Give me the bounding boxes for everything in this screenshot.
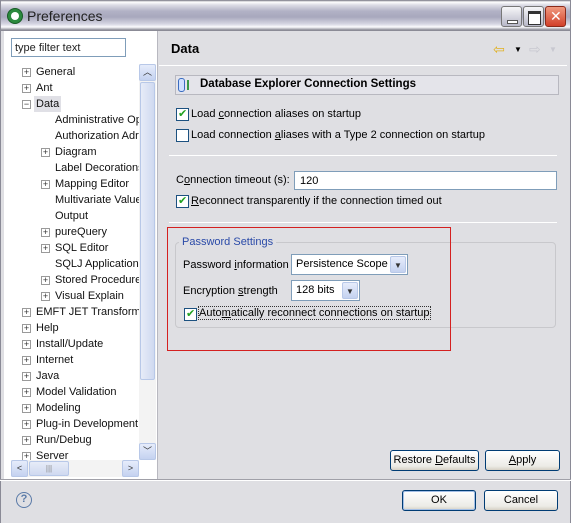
tree-item-label: General [36, 66, 76, 78]
tree-item-label: Multivariate Value [55, 194, 139, 206]
tree-item-label: Server [36, 450, 69, 460]
footer-separator [0, 479, 571, 481]
separator [169, 155, 557, 156]
tree-item-label: Java [36, 370, 60, 382]
ok-button[interactable]: OK [402, 490, 476, 511]
load-aliases-checkbox[interactable] [176, 107, 189, 121]
separator [169, 222, 557, 223]
window-title: Preferences [27, 8, 103, 24]
preference-page: Data ⇦ ▼ ⇨ ▼ Database Explorer Connectio… [159, 31, 567, 479]
eclipse-app-icon [7, 8, 23, 24]
load-type2-label[interactable]: Load connection aliases with a Type 2 co… [191, 129, 485, 141]
restore-defaults-button[interactable]: Restore Defaults [390, 450, 479, 471]
tree-item-label: SQLJ Applications [55, 258, 139, 270]
tree-vertical-scrollbar[interactable]: ︿ ﹀ [139, 64, 156, 460]
scroll-thumb[interactable] [140, 82, 155, 380]
tree-item-label: Visual Explain [55, 290, 124, 302]
apply-button[interactable]: Apply [485, 450, 560, 471]
tree-item-label: Ant [36, 82, 53, 94]
tree-item-label: Administrative Op [55, 114, 139, 126]
cancel-button[interactable]: Cancel [484, 490, 558, 511]
expand-icon[interactable]: + [22, 404, 31, 413]
back-arrow-icon[interactable]: ⇦ [493, 41, 505, 58]
reconnect-checkbox[interactable] [176, 194, 189, 208]
tree-horizontal-scrollbar[interactable]: < ||| > [11, 460, 139, 477]
connection-timeout-input[interactable] [294, 171, 557, 190]
collapse-icon[interactable]: − [22, 100, 31, 109]
title-bar: Preferences [0, 0, 571, 31]
expand-icon[interactable]: + [22, 308, 31, 317]
filter-input[interactable] [11, 38, 126, 57]
expand-icon[interactable]: + [22, 340, 31, 349]
forward-arrow-icon[interactable]: ⇨ [529, 41, 541, 58]
tree-item-label: Model Validation [36, 386, 117, 398]
expand-icon[interactable]: + [41, 180, 50, 189]
reconnect-label[interactable]: Reconnect transparently if the connectio… [191, 195, 442, 207]
expand-icon[interactable]: + [22, 436, 31, 445]
expand-icon[interactable]: + [22, 420, 31, 429]
minimize-button[interactable] [501, 6, 522, 27]
database-icon [178, 78, 185, 92]
scroll-right-button[interactable]: > [122, 460, 139, 477]
tree-item-label: Plug-in Development [36, 418, 139, 430]
connection-plug-icon [187, 80, 192, 90]
highlight-annotation-box [167, 227, 451, 351]
section-title: Database Explorer Connection Settings [200, 78, 416, 90]
help-icon[interactable]: ? [16, 492, 32, 508]
load-aliases-label[interactable]: Load connection aliases on startup [191, 108, 361, 120]
tree-item-label: EMFT JET Transforma [36, 306, 139, 318]
tree-item-label: Output [55, 210, 89, 222]
load-type2-checkbox[interactable] [176, 129, 189, 142]
title-separator [159, 65, 567, 66]
preferences-sidebar: + General + Ant−Data Administrative Op Author… [4, 31, 158, 479]
window-frame-right [567, 31, 571, 523]
forward-menu-chevron-icon[interactable]: ▼ [549, 45, 557, 54]
expand-icon[interactable]: + [22, 68, 31, 77]
expand-icon[interactable]: + [22, 84, 31, 93]
tree-item-label: Label Decorations [55, 162, 139, 174]
expand-icon[interactable]: + [41, 292, 50, 301]
tree-item-label: Authorization Adr [55, 130, 139, 142]
tree-item-label: pureQuery [55, 226, 107, 238]
tree-item-label: SQL Editor [55, 242, 109, 254]
expand-icon[interactable]: + [41, 244, 50, 253]
connection-timeout-label: Connection timeout (s): [176, 174, 290, 186]
scroll-up-button[interactable]: ︿ [139, 64, 156, 81]
expand-icon[interactable]: + [22, 452, 31, 460]
expand-icon[interactable]: + [41, 148, 50, 157]
expand-icon[interactable]: + [41, 276, 50, 285]
back-menu-chevron-icon[interactable]: ▼ [514, 45, 522, 54]
expand-icon[interactable]: + [22, 324, 31, 333]
expand-icon[interactable]: + [41, 228, 50, 237]
close-button[interactable] [545, 6, 566, 27]
page-title: Data [171, 41, 200, 56]
section-header: Database Explorer Connection Settings [175, 75, 559, 95]
expand-icon[interactable]: + [22, 356, 31, 365]
tree-item-label: Install/Update [36, 338, 104, 350]
tree-item-label: Stored Procedure [55, 274, 139, 286]
tree-item-label: Internet [36, 354, 74, 366]
expand-icon[interactable]: + [22, 388, 31, 397]
tree-item-label: Mapping Editor [55, 178, 129, 190]
expand-icon[interactable]: + [22, 372, 31, 381]
tree-item-label: Help [36, 322, 59, 334]
tree-item-label: Modeling [36, 402, 81, 414]
tree-item-label: Data [34, 96, 62, 112]
tree-item-label: Run/Debug [36, 434, 92, 446]
hscroll-thumb[interactable]: ||| [29, 461, 69, 476]
scroll-left-button[interactable]: < [11, 460, 28, 477]
scroll-down-button[interactable]: ﹀ [139, 443, 156, 460]
tree-item-label: Diagram [55, 146, 97, 158]
preferences-tree: + General + Ant − Data Administrative Op Author… [4, 64, 139, 460]
maximize-button[interactable] [523, 6, 544, 27]
